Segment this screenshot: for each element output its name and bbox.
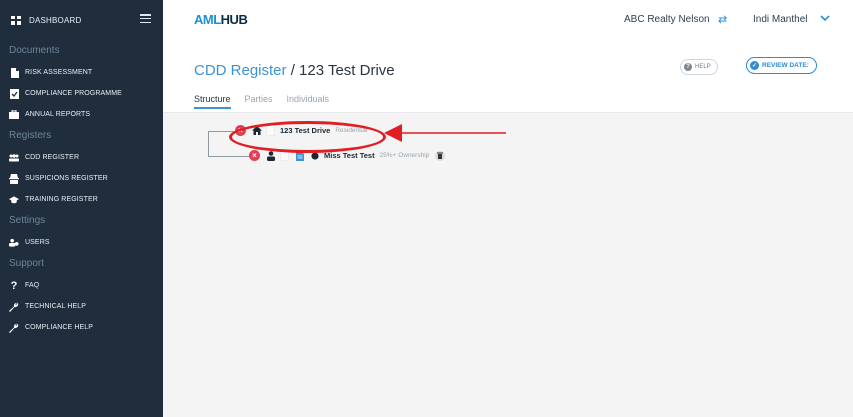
sidebar-item-label: USERS bbox=[25, 239, 50, 246]
sidebar-section-registers: Registers bbox=[9, 130, 52, 141]
sidebar-item-cdd-register[interactable]: CDD REGISTER bbox=[0, 147, 163, 168]
sidebar-item-technical-help[interactable]: TECHNICAL HELP bbox=[0, 296, 163, 317]
user-settings-icon bbox=[9, 238, 19, 248]
sidebar-item-label: COMPLIANCE PROGRAMME bbox=[25, 90, 122, 97]
trash-icon[interactable] bbox=[435, 150, 446, 161]
tabs: Structure Parties Individuals bbox=[194, 94, 343, 109]
sidebar-section-documents: Documents bbox=[9, 45, 60, 56]
users-group-icon bbox=[9, 153, 19, 163]
spy-icon bbox=[9, 173, 19, 184]
sidebar-item-label: SUSPICIONS REGISTER bbox=[25, 175, 108, 182]
wrench-icon bbox=[9, 323, 19, 333]
help-icon: ? bbox=[684, 63, 692, 71]
sidebar-item-users[interactable]: USERS bbox=[0, 232, 163, 253]
annotation-ellipse bbox=[229, 121, 386, 153]
check-icon: ✓ bbox=[750, 61, 759, 70]
wrench-icon bbox=[9, 302, 19, 312]
checked-document-icon bbox=[9, 88, 19, 99]
sidebar-item-label: COMPLIANCE HELP bbox=[25, 324, 94, 331]
sidebar-section-settings: Settings bbox=[9, 215, 46, 226]
review-date-label: REVIEW DATE: bbox=[762, 62, 809, 69]
page-title: CDD Register / 123 Test Drive bbox=[194, 62, 395, 79]
sidebar-item-dashboard[interactable]: DASHBOARD bbox=[0, 0, 163, 40]
tree-connector bbox=[208, 131, 209, 157]
sidebar-item-compliance-programme[interactable]: COMPLIANCE PROGRAMME bbox=[0, 83, 163, 104]
top-bar: AMLHUB ABC Realty Nelson ⇄ Indi Manthel bbox=[163, 0, 853, 41]
help-label: HELP bbox=[695, 64, 711, 70]
tab-structure[interactable]: Structure bbox=[194, 94, 231, 109]
party-detail: 25%+ Ownership bbox=[379, 152, 430, 159]
help-button[interactable]: ? HELP bbox=[680, 59, 718, 75]
switch-organisation-icon[interactable]: ⇄ bbox=[718, 13, 727, 26]
logo-part: AML bbox=[194, 12, 221, 27]
question-icon: ? bbox=[10, 279, 18, 292]
sidebar-item-risk-assessment[interactable]: RISK ASSESSMENT bbox=[0, 62, 163, 83]
sidebar-section-support: Support bbox=[9, 258, 45, 269]
remove-icon[interactable]: × bbox=[249, 150, 260, 161]
page-header: CDD Register / 123 Test Drive ? HELP ✓ R… bbox=[163, 40, 853, 113]
logo-part: HUB bbox=[220, 12, 248, 27]
sidebar-item-training-register[interactable]: TRAINING REGISTER bbox=[0, 189, 163, 210]
sidebar: DASHBOARD Documents RISK ASSESSMENT COMP… bbox=[0, 0, 163, 417]
sidebar-item-faq[interactable]: ? FAQ bbox=[0, 275, 163, 296]
party-name[interactable]: Miss Test Test bbox=[324, 151, 375, 160]
sidebar-item-compliance-help[interactable]: COMPLIANCE HELP bbox=[0, 317, 163, 338]
annotation-arrow bbox=[384, 124, 506, 142]
dashboard-icon bbox=[11, 15, 21, 25]
sidebar-item-label: TRAINING REGISTER bbox=[25, 196, 98, 203]
sidebar-item-label: CDD REGISTER bbox=[25, 154, 80, 161]
person-icon bbox=[265, 150, 276, 161]
tab-individuals[interactable]: Individuals bbox=[287, 94, 330, 109]
sidebar-item-label: DASHBOARD bbox=[29, 15, 82, 25]
tab-parties[interactable]: Parties bbox=[245, 94, 273, 109]
review-date-button[interactable]: ✓ REVIEW DATE: bbox=[746, 57, 817, 74]
sidebar-item-annual-reports[interactable]: ANNUAL REPORTS bbox=[0, 104, 163, 125]
structure-panel: × 123 Test Drive Residential × Miss Test… bbox=[163, 113, 853, 417]
sidebar-item-label: FAQ bbox=[25, 282, 40, 289]
sidebar-item-label: ANNUAL REPORTS bbox=[25, 111, 91, 118]
tree-connector bbox=[208, 156, 250, 157]
sidebar-item-label: TECHNICAL HELP bbox=[25, 303, 87, 310]
briefcase-icon bbox=[9, 110, 19, 120]
document-icon bbox=[9, 67, 19, 78]
amlhub-logo[interactable]: AMLHUB bbox=[194, 12, 248, 27]
organisation-name[interactable]: ABC Realty Nelson bbox=[624, 14, 710, 25]
sidebar-item-suspicions-register[interactable]: SUSPICIONS REGISTER bbox=[0, 168, 163, 189]
chevron-down-icon[interactable] bbox=[819, 12, 831, 24]
graduation-cap-icon bbox=[9, 195, 19, 205]
sidebar-item-label: RISK ASSESSMENT bbox=[25, 69, 93, 76]
breadcrumb-current: / 123 Test Drive bbox=[286, 62, 395, 79]
breadcrumb-cdd-register[interactable]: CDD Register bbox=[194, 62, 287, 79]
hamburger-menu-icon[interactable] bbox=[140, 14, 151, 24]
user-name[interactable]: Indi Manthel bbox=[753, 14, 807, 25]
